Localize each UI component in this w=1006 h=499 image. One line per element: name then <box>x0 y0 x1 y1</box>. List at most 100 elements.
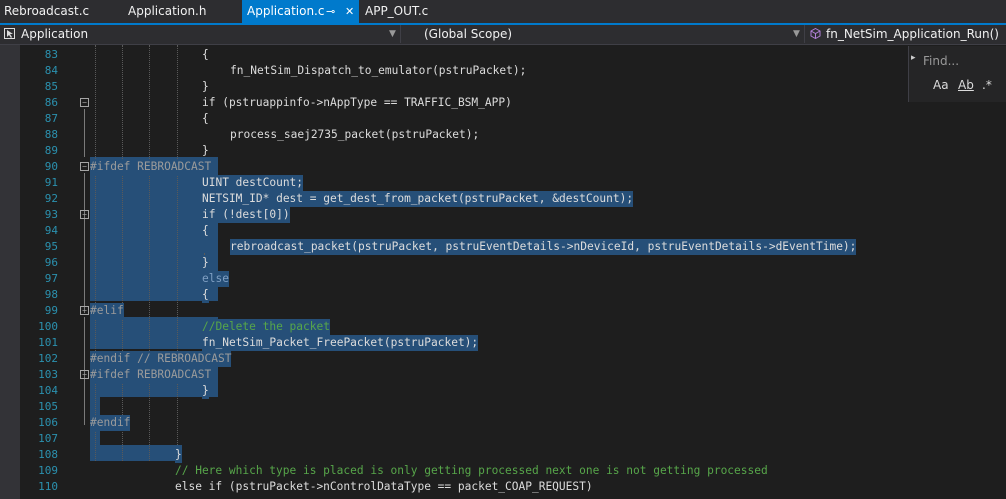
code-line[interactable]: 101 fn_NetSim_Packet_FreePacket(pstruPack… <box>20 335 1006 351</box>
code-text: #ifdef REBROADCAST <box>90 159 212 175</box>
code-line[interactable]: 95 rebroadcast_packet(pstruPacket, pstruE… <box>20 239 1006 255</box>
tab-label: Rebroadcast.c <box>4 4 90 18</box>
code-text: } <box>202 80 209 93</box>
fold-toggle-icon[interactable]: − <box>80 210 89 219</box>
code-line[interactable]: 98 { <box>20 287 1006 303</box>
find-widget: ▸ Find... Aa Ab .* <box>908 46 1006 102</box>
line-number: 103 <box>38 368 58 381</box>
chevron-down-icon: ▼ <box>389 29 396 39</box>
code-text: #endif // REBROADCAST <box>90 351 232 367</box>
line-number: 95 <box>44 240 58 253</box>
code-text: // Here which type is placed is only get… <box>175 464 768 477</box>
line-number: 83 <box>44 48 58 61</box>
code-line[interactable]: 83 { <box>20 47 1006 63</box>
line-number: 107 <box>38 432 58 445</box>
project-name: Application <box>21 27 89 41</box>
code-text: rebroadcast_packet(pstruPacket, pstruEve… <box>230 239 857 255</box>
match-case-icon[interactable]: Aa <box>933 78 949 92</box>
code-line[interactable]: 109 // Here which type is placed is only … <box>20 463 1006 479</box>
code-text: { <box>202 48 209 61</box>
line-number: 93 <box>44 208 58 221</box>
tab-application-c[interactable]: Application.c ⊸ ✕ <box>242 0 359 23</box>
code-line[interactable]: 87 { <box>20 111 1006 127</box>
code-line[interactable]: 84 fn_NetSim_Dispatch_to_emulator(pstruPa… <box>20 63 1006 79</box>
line-number: 94 <box>44 224 58 237</box>
code-line[interactable]: 99 − #elif <box>20 303 1006 319</box>
code-text: process_saej2735_packet(pstruPacket); <box>230 128 480 141</box>
find-input[interactable]: Find... <box>923 52 1003 70</box>
code-line[interactable]: 96} <box>20 255 1006 271</box>
line-number: 87 <box>44 112 58 125</box>
code-text: #ifdef REBROADCAST <box>90 367 212 383</box>
code-line[interactable]: 93 − if (!dest[0]) <box>20 207 1006 223</box>
line-number: 104 <box>38 384 58 397</box>
project-icon <box>4 28 15 39</box>
code-line[interactable]: 100 //Delete the packet <box>20 319 1006 335</box>
code-line[interactable]: 92 NETSIM_ID* dest = get_dest_from_packet… <box>20 191 1006 207</box>
code-line[interactable]: 104} <box>20 383 1006 399</box>
function-dropdown[interactable]: fn_NetSim_Application_Run() <box>806 25 1006 43</box>
code-text: else <box>202 271 229 287</box>
line-number: 102 <box>38 352 58 365</box>
line-number: 100 <box>38 320 58 333</box>
function-name: fn_NetSim_Application_Run() <box>826 27 999 41</box>
code-line[interactable]: 107 <box>20 431 1006 447</box>
line-number: 84 <box>44 64 58 77</box>
scope-name: (Global Scope) <box>424 27 513 41</box>
document-tab-bar: Rebroadcast.c Application.h Application.… <box>0 0 1006 23</box>
tab-application-h[interactable]: Application.h <box>128 0 240 23</box>
line-number: 89 <box>44 144 58 157</box>
project-dropdown[interactable]: Application ▼ <box>0 25 401 43</box>
code-text: //Delete the packet <box>202 319 330 335</box>
fold-toggle-icon[interactable]: − <box>80 306 89 315</box>
line-number: 86 <box>44 96 58 109</box>
editor-margin <box>0 45 20 499</box>
code-line[interactable]: 105 <box>20 399 1006 415</box>
code-line[interactable]: 103 − #ifdef REBROADCAST <box>20 367 1006 383</box>
code-line[interactable]: 110 else if (pstruPacket->nControlDataTyp… <box>20 479 1006 495</box>
code-line[interactable]: 91 UINT destCount; <box>20 175 1006 191</box>
code-line[interactable]: 89} <box>20 143 1006 159</box>
code-text: else if (pstruPacket->nControlDataType =… <box>175 480 593 493</box>
toggle-replace-icon[interactable]: ▸ <box>911 53 916 63</box>
tab-app-out-c[interactable]: APP_OUT.c <box>365 0 445 23</box>
code-line[interactable]: 88 process_saej2735_packet(pstruPacket); <box>20 127 1006 143</box>
line-number: 97 <box>44 272 58 285</box>
code-line[interactable]: 108} <box>20 447 1006 463</box>
scope-dropdown[interactable]: (Global Scope) ▼ <box>402 25 805 43</box>
code-line[interactable]: 85} <box>20 79 1006 95</box>
line-number: 106 <box>38 416 58 429</box>
fold-toggle-icon[interactable]: − <box>80 98 89 107</box>
code-text: } <box>175 447 182 463</box>
line-number: 101 <box>38 336 58 349</box>
code-text: } <box>202 144 209 157</box>
code-line[interactable]: 102 #endif // REBROADCAST <box>20 351 1006 367</box>
code-text: fn_NetSim_Packet_FreePacket(pstruPacket)… <box>202 335 479 351</box>
code-text: { <box>202 112 209 125</box>
line-number: 108 <box>38 448 58 461</box>
code-line[interactable]: 90 − #ifdef REBROADCAST <box>20 159 1006 175</box>
code-text: } <box>202 255 209 271</box>
code-line[interactable]: 94 { <box>20 223 1006 239</box>
line-number: 85 <box>44 80 58 93</box>
code-line[interactable]: 106 #endif <box>20 415 1006 431</box>
line-number: 88 <box>44 128 58 141</box>
code-text: UINT destCount; <box>202 175 304 191</box>
code-line[interactable]: 97 else <box>20 271 1006 287</box>
tab-label: APP_OUT.c <box>365 4 429 18</box>
code-editor[interactable]: 83 { 84 fn_NetSim_Dispatch_to_emulator(pst… <box>20 45 1006 499</box>
regex-icon[interactable]: .* <box>982 78 992 92</box>
fold-toggle-icon[interactable]: − <box>80 162 89 171</box>
code-line[interactable]: 86 − if (pstruappinfo->nAppType == TRAFFIC… <box>20 95 1006 111</box>
tab-rebroadcast-c[interactable]: Rebroadcast.c <box>4 0 104 23</box>
tab-label: Application.c <box>247 4 325 18</box>
line-number: 96 <box>44 256 58 269</box>
code-text: #elif <box>90 303 124 319</box>
whole-word-icon[interactable]: Ab <box>958 78 974 92</box>
pin-icon[interactable]: ⊸ <box>326 0 335 23</box>
line-number: 98 <box>44 288 58 301</box>
find-placeholder: Find... <box>923 54 960 68</box>
fold-toggle-icon[interactable]: − <box>80 370 89 379</box>
close-icon[interactable]: ✕ <box>345 0 354 23</box>
tab-label: Application.h <box>128 4 207 18</box>
